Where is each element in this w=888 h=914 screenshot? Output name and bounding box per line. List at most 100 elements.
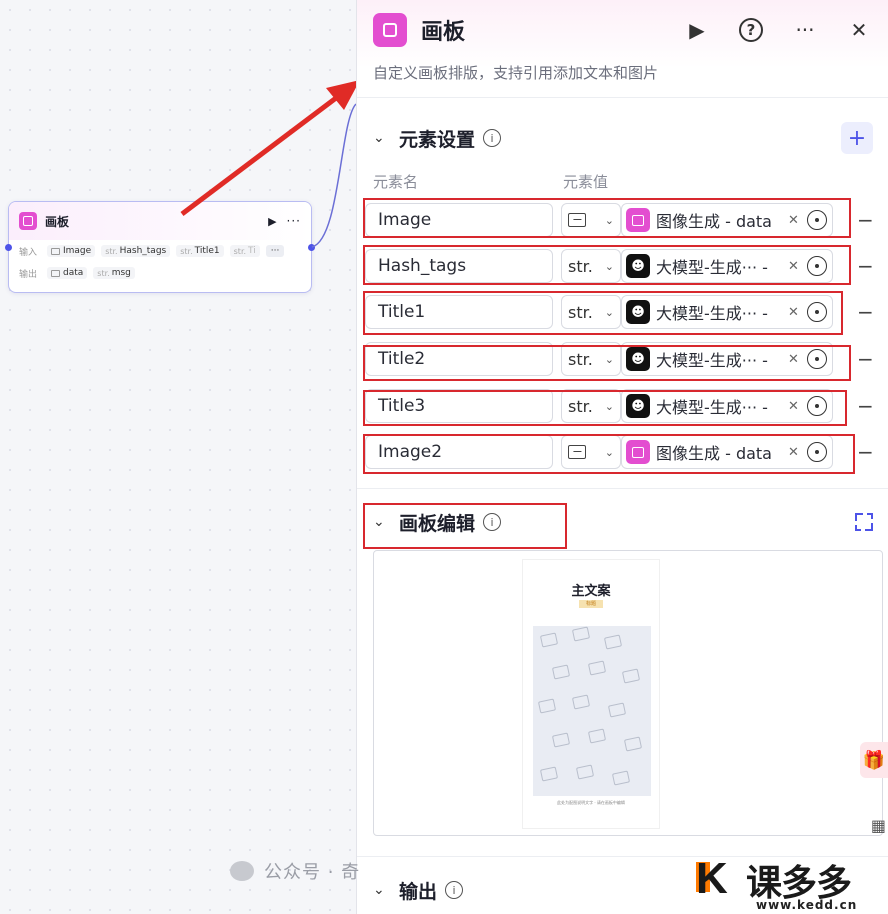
target-icon[interactable] <box>806 442 827 462</box>
canvas-edit-section-header[interactable]: ⌄ 画板编辑 i <box>357 502 888 542</box>
element-row: Image ⌄ 图像生成 - data ✕ − <box>357 200 888 240</box>
target-icon[interactable] <box>806 210 827 230</box>
element-row: Image2 ⌄ 图像生成 - data ✕ − <box>357 432 888 472</box>
image-type-icon <box>51 247 60 255</box>
node-input-chip: str. Ti <box>229 245 260 257</box>
element-name-input[interactable]: Image <box>365 203 553 237</box>
type-select[interactable]: ⌄ <box>561 435 621 469</box>
image-placeholder-icon <box>607 702 627 718</box>
remove-row-button[interactable]: − <box>857 208 874 232</box>
fullscreen-icon[interactable] <box>855 513 873 531</box>
clear-icon[interactable]: ✕ <box>788 352 799 367</box>
value-reference[interactable]: 图像生成 - data ✕ <box>621 203 833 237</box>
type-select[interactable]: str. ⌄ <box>561 342 621 376</box>
type-select[interactable]: ⌄ <box>561 203 621 237</box>
panel-title: 画板 <box>421 20 466 45</box>
poster-subtitle: 标题 <box>579 600 603 608</box>
element-name-input[interactable]: Hash_tags <box>365 249 553 283</box>
element-name-input[interactable]: Title2 <box>365 342 553 376</box>
node-output-chip: data <box>47 267 88 279</box>
type-select[interactable]: str. ⌄ <box>561 249 621 283</box>
node-output-label: 输出 <box>19 269 38 280</box>
reference-label: 大模型-生成··· - <box>656 304 768 323</box>
image-placeholder-icon <box>571 626 591 642</box>
section-title: 画板编辑 <box>399 512 476 535</box>
remove-row-button[interactable]: − <box>857 440 874 464</box>
value-reference[interactable]: ☻ 大模型-生成··· - ✕ <box>621 389 833 423</box>
element-row: Title2 str. ⌄ ☻ 大模型-生成··· - ✕ − <box>357 339 888 379</box>
reference-label: 大模型-生成··· - <box>656 398 768 417</box>
elements-section-header[interactable]: ⌄ 元素设置 i + <box>357 118 888 158</box>
info-icon[interactable]: i <box>483 129 502 147</box>
reference-label: 大模型-生成··· - <box>656 351 768 370</box>
image-placeholder-icon <box>587 660 607 676</box>
element-name-input[interactable]: Title3 <box>365 389 553 423</box>
chevron-down-icon: ⌄ <box>604 399 614 413</box>
logo-k-glyph: K <box>696 854 728 903</box>
clear-icon[interactable]: ✕ <box>788 213 799 228</box>
remove-row-button[interactable]: − <box>857 394 874 418</box>
node-run-icon[interactable]: ▶ <box>268 215 276 228</box>
image-type-icon <box>568 213 586 227</box>
node-input-port[interactable] <box>5 244 12 251</box>
watermark: 公众号 · 奇 <box>230 858 360 884</box>
add-element-button[interactable]: + <box>841 122 873 154</box>
help-button[interactable]: ? <box>738 18 764 42</box>
target-icon[interactable] <box>806 349 827 369</box>
gift-icon[interactable]: 🎁 <box>860 742 888 778</box>
node-more-icon[interactable]: ··· <box>287 214 301 228</box>
poster-title: 主文案 <box>571 584 611 599</box>
value-reference[interactable]: ☻ 大模型-生成··· - ✕ <box>621 295 833 329</box>
node-settings-panel: 画板 ▶ ? ··· ✕ 自定义画板排版，支持引用添加文本和图片 ⌄ 元素设置 … <box>356 0 888 914</box>
value-reference[interactable]: ☻ 大模型-生成··· - ✕ <box>621 342 833 376</box>
reference-label: 大模型-生成··· - <box>656 258 768 277</box>
close-icon[interactable]: ✕ <box>846 18 872 42</box>
type-label: str. <box>568 396 593 416</box>
poster-caption: 此处为配图说明文字 · 请在画板中编辑 <box>557 800 625 805</box>
element-name-input[interactable]: Title1 <box>365 295 553 329</box>
clear-icon[interactable]: ✕ <box>788 445 799 460</box>
node-header: 画板 ▶ ··· <box>9 202 311 240</box>
info-icon[interactable]: i <box>483 513 502 531</box>
watermark-text: 公众号 · 奇 <box>264 862 361 883</box>
chevron-down-icon: ⌄ <box>604 213 614 227</box>
info-icon[interactable]: i <box>445 881 464 899</box>
target-icon[interactable] <box>806 302 827 322</box>
image-placeholder-icon <box>575 764 595 780</box>
canvas-node[interactable]: 画板 ▶ ··· 输入 Image str. Hash_tags str. Titl… <box>8 201 312 293</box>
canvas-node-icon <box>19 212 37 230</box>
element-row: Hash_tags str. ⌄ ☻ 大模型-生成··· - ✕ − <box>357 246 888 286</box>
remove-row-button[interactable]: − <box>857 300 874 324</box>
clear-icon[interactable]: ✕ <box>788 305 799 320</box>
type-select[interactable]: str. ⌄ <box>561 295 621 329</box>
run-icon[interactable]: ▶ <box>684 18 710 42</box>
clear-icon[interactable]: ✕ <box>788 399 799 414</box>
more-icon[interactable]: ··· <box>792 18 818 42</box>
remove-row-button[interactable]: − <box>857 254 874 278</box>
image-placeholder-icon <box>571 694 591 710</box>
chevron-down-icon[interactable]: ⌄ <box>373 514 393 530</box>
chevron-down-icon[interactable]: ⌄ <box>373 130 393 146</box>
target-icon[interactable] <box>806 256 827 276</box>
chevron-down-icon: ⌄ <box>604 305 614 319</box>
node-inputs-more[interactable]: ··· <box>265 245 285 257</box>
remove-row-button[interactable]: − <box>857 347 874 371</box>
llm-icon: ☻ <box>626 394 650 418</box>
clear-icon[interactable]: ✕ <box>788 259 799 274</box>
node-output-port[interactable] <box>308 244 315 251</box>
apps-icon[interactable]: ▦ <box>871 816 886 835</box>
type-select[interactable]: str. ⌄ <box>561 389 621 423</box>
canvas-preview[interactable]: 主文案 标题 此处为配图说明文字 · 请在画板中编辑 <box>373 550 883 836</box>
value-reference[interactable]: ☻ 大模型-生成··· - ✕ <box>621 249 833 283</box>
panel-header: 画板 ▶ ? ··· ✕ 自定义画板排版，支持引用添加文本和图片 <box>357 0 888 98</box>
target-icon[interactable] <box>806 396 827 416</box>
element-name-input[interactable]: Image2 <box>365 435 553 469</box>
image-placeholder-icon <box>537 698 557 714</box>
element-row: Title1 str. ⌄ ☻ 大模型-生成··· - ✕ − <box>357 292 888 332</box>
value-reference[interactable]: 图像生成 - data ✕ <box>621 435 833 469</box>
node-output-chip: str. msg <box>93 267 135 279</box>
col-element-name: 元素名 <box>373 172 419 191</box>
chevron-down-icon[interactable]: ⌄ <box>373 882 393 898</box>
type-label: str. <box>568 302 593 322</box>
workflow-canvas[interactable]: 画板 ▶ ··· 输入 Image str. Hash_tags str. Titl… <box>0 0 356 914</box>
